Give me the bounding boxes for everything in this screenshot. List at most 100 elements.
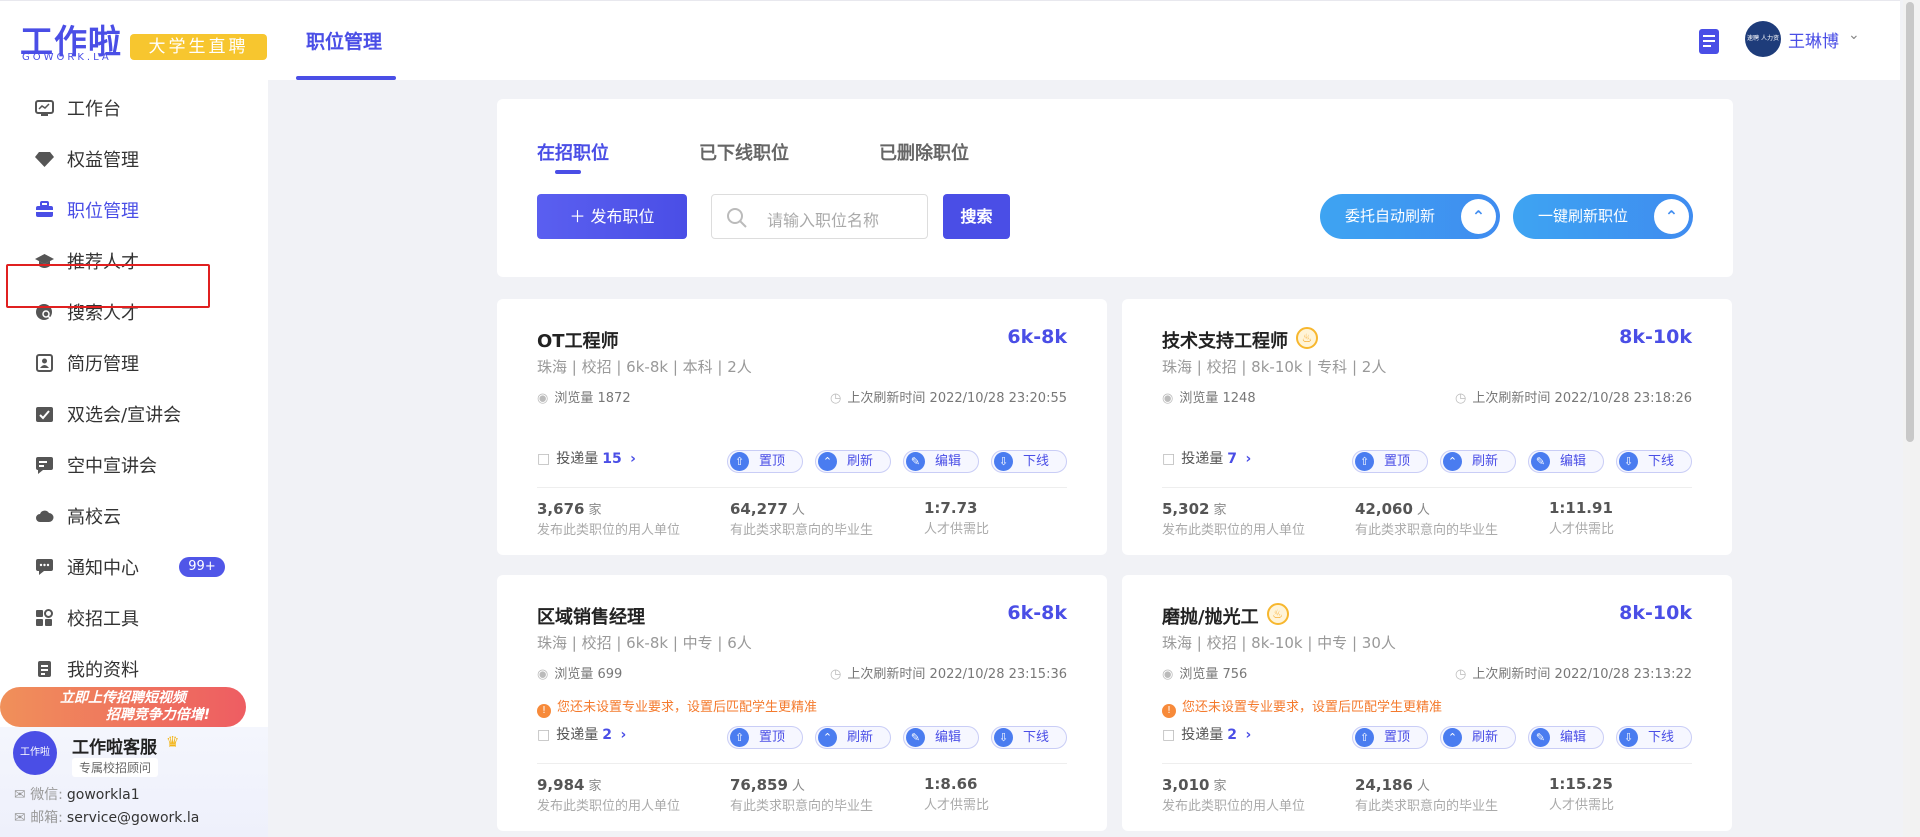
email-address[interactable]: service@gowork.la	[67, 810, 199, 826]
job-salary: 8k-10k	[1619, 326, 1692, 348]
job-title[interactable]: 磨抛/抛光工 ♨	[1162, 603, 1289, 629]
eye-icon: ◉	[1162, 391, 1174, 406]
offline-button[interactable]: ⇩ 下线	[991, 726, 1067, 749]
edit-button[interactable]: ✎ 编辑	[1528, 450, 1604, 473]
job-card[interactable]: 技术支持工程师 ♨ 8k-10k 珠海 | 校招 | 8k-10k | 专科 | …	[1122, 299, 1732, 555]
wechat-row: ✉ 微信: goworkla1	[14, 784, 140, 804]
stat-supply-ratio: 1:15.25 人才供需比	[1549, 775, 1615, 813]
offline-button[interactable]: ⇩ 下线	[1616, 726, 1692, 749]
tab-job-management[interactable]: 职位管理	[296, 1, 396, 81]
stat-graduates: 42,060 人 有此类求职意向的毕业生	[1355, 500, 1499, 538]
edit-icon: ✎	[1531, 452, 1550, 471]
broadcast-icon	[35, 456, 54, 474]
job-title[interactable]: 区域销售经理	[537, 603, 645, 629]
pin-top-button[interactable]: ⇧ 置顶	[727, 726, 803, 749]
job-applications[interactable]: □ 投递量 7 ›	[1162, 448, 1251, 468]
job-applications[interactable]: □ 投递量 15 ›	[537, 448, 636, 468]
arrow-down-icon: ⇩	[994, 728, 1013, 747]
refresh-button[interactable]: ⌃ 刷新	[815, 726, 891, 749]
sidebar-item-resume-management[interactable]: 简历管理	[0, 341, 268, 385]
job-card[interactable]: 区域销售经理 6k-8k 珠海 | 校招 | 6k-8k | 中专 | 6人 ◉…	[497, 575, 1107, 831]
chevron-down-icon[interactable]: ⌄	[1848, 27, 1860, 43]
sidebar-item-notification-center[interactable]: 通知中心 99+	[0, 545, 268, 589]
stat-supply-ratio: 1:7.73 人才供需比	[924, 499, 990, 537]
clock-icon: ◷	[1455, 391, 1467, 406]
job-search-input[interactable]: 请输入职位名称	[711, 194, 928, 239]
job-last-refresh: ◷ 上次刷新时间 2022/10/28 23:15:36	[830, 667, 1067, 682]
top-bar: 工作啦 GOWORK.LA 大学生直聘 职位管理 速聘 人力资源 王琳博 ⌄	[0, 0, 1900, 80]
divider	[537, 763, 1067, 764]
search-button[interactable]: 搜索	[943, 194, 1010, 239]
sidebar-item-label: 职位管理	[67, 201, 139, 222]
arrow-down-icon: ⇩	[1619, 728, 1638, 747]
sidebar-item-dashboard[interactable]: 工作台	[0, 86, 268, 130]
pin-top-button[interactable]: ⇧ 置顶	[1352, 450, 1428, 473]
edit-button[interactable]: ✎ 编辑	[903, 726, 979, 749]
sidebar-item-campus-cloud[interactable]: 高校云	[0, 494, 268, 538]
arrow-up-icon: ⇧	[1355, 728, 1374, 747]
major-warning[interactable]: ! 您还未设置专业要求，设置后匹配学生更精准	[1162, 696, 1442, 718]
pin-top-button[interactable]: ⇧ 置顶	[727, 450, 803, 473]
publish-job-button[interactable]: ＋ 发布职位	[537, 194, 687, 239]
refresh-button[interactable]: ⌃ 刷新	[815, 450, 891, 473]
calendar-check-icon	[35, 405, 54, 423]
refresh-button[interactable]: ⌃ 刷新	[1440, 450, 1516, 473]
offline-button[interactable]: ⇩ 下线	[1616, 450, 1692, 473]
sidebar-item-job-fair[interactable]: 双选会/宣讲会	[0, 392, 268, 436]
customer-service-card: 工作啦 工作啦客服 ♛ 专属校招顾问 ✉ 微信: goworkla1 ✉ 邮箱: s…	[0, 727, 268, 837]
eye-icon: ◉	[537, 667, 549, 682]
job-applications[interactable]: □ 投递量 2 ›	[1162, 724, 1251, 744]
chevron-right-icon: ›	[1245, 451, 1252, 467]
arrow-down-icon: ⇩	[994, 452, 1013, 471]
auto-refresh-button[interactable]: 委托自动刷新 ⌃	[1320, 194, 1500, 239]
tab-active-jobs[interactable]: 在招职位	[537, 139, 609, 165]
chevron-up-icon: ⌃	[1654, 199, 1689, 234]
job-applications[interactable]: □ 投递量 2 ›	[537, 724, 626, 744]
diamond-icon	[35, 150, 54, 168]
job-views: ◉ 浏览量 1248	[1162, 391, 1256, 406]
tab-deleted-jobs[interactable]: 已删除职位	[879, 139, 969, 165]
pin-top-button[interactable]: ⇧ 置顶	[1352, 726, 1428, 749]
sidebar-item-my-profile[interactable]: 我的资料	[0, 647, 268, 691]
stat-companies: 3,010 家 发布此类职位的用人单位	[1162, 776, 1306, 814]
document-icon[interactable]	[1698, 28, 1720, 55]
tab-offline-jobs[interactable]: 已下线职位	[699, 139, 789, 165]
arrow-up-icon: ⇧	[1355, 452, 1374, 471]
tab-underline	[296, 76, 396, 80]
job-title[interactable]: OT工程师	[537, 327, 619, 353]
edit-button[interactable]: ✎ 编辑	[903, 450, 979, 473]
sidebar-item-label: 我的资料	[67, 660, 139, 681]
dashboard-icon	[35, 99, 54, 117]
user-avatar[interactable]: 速聘 人力资源	[1745, 21, 1781, 78]
refresh-button[interactable]: ⌃ 刷新	[1440, 726, 1516, 749]
email-icon: ✉	[14, 810, 26, 826]
eye-icon: ◉	[1162, 667, 1174, 682]
logo[interactable]: 工作啦 GOWORK.LA 大学生直聘	[20, 15, 267, 65]
stat-supply-ratio: 1:8.66 人才供需比	[924, 775, 990, 813]
sidebar-item-benefits[interactable]: 权益管理	[0, 137, 268, 181]
edit-icon: ✎	[906, 452, 925, 471]
job-card[interactable]: 磨抛/抛光工 ♨ 8k-10k 珠海 | 校招 | 8k-10k | 中专 | 3…	[1122, 575, 1732, 831]
job-card[interactable]: OT工程师 6k-8k 珠海 | 校招 | 6k-8k | 本科 | 2人 ◉ 浏…	[497, 299, 1107, 555]
search-icon	[726, 207, 748, 229]
sidebar-item-online-presentation[interactable]: 空中宣讲会	[0, 443, 268, 487]
edit-button[interactable]: ✎ 编辑	[1528, 726, 1604, 749]
arrow-up-icon: ⇧	[730, 452, 749, 471]
job-views: ◉ 浏览量 756	[1162, 667, 1248, 682]
fire-icon: ♨	[1266, 603, 1289, 625]
upload-video-promo-banner[interactable]: 立即上传招聘短视频 招聘竞争力倍增!	[0, 687, 246, 727]
sidebar-item-job-management[interactable]: 职位管理	[0, 188, 268, 232]
refresh-icon: ⌃	[1443, 452, 1462, 471]
major-warning[interactable]: ! 您还未设置专业要求，设置后匹配学生更精准	[537, 696, 817, 718]
scrollbar-thumb[interactable]	[1906, 2, 1914, 442]
user-name[interactable]: 王琳博	[1788, 27, 1839, 52]
edit-icon: ✎	[906, 728, 925, 747]
clock-icon: ◷	[1455, 667, 1467, 682]
offline-button[interactable]: ⇩ 下线	[991, 450, 1067, 473]
wechat-id[interactable]: goworkla1	[67, 787, 140, 803]
wechat-icon: ✉	[14, 787, 26, 803]
sidebar-item-campus-tools[interactable]: 校招工具	[0, 596, 268, 640]
crown-icon: ♛	[166, 733, 180, 751]
job-title[interactable]: 技术支持工程师 ♨	[1162, 327, 1318, 353]
refresh-all-jobs-button[interactable]: 一键刷新职位 ⌃	[1513, 194, 1693, 239]
